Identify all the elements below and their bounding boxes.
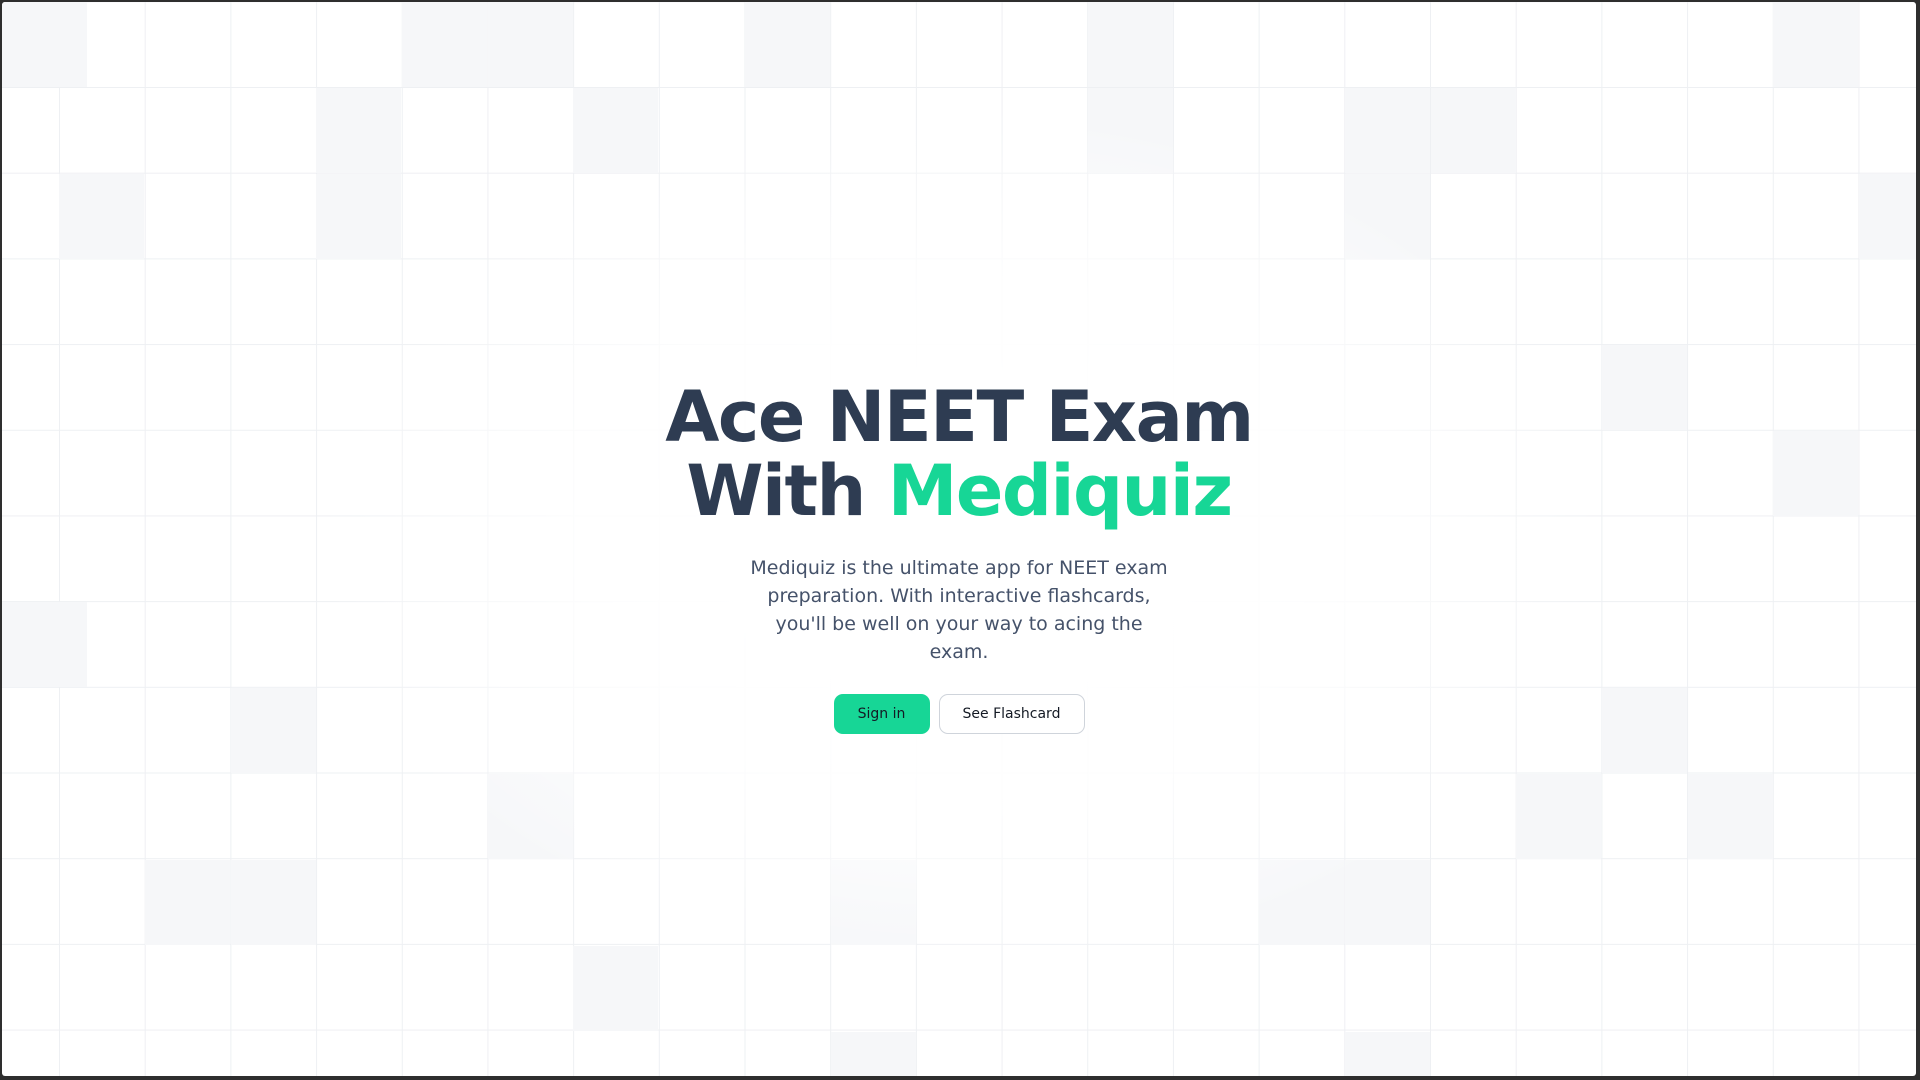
headline-line-2-prefix: With	[686, 450, 888, 532]
app-window: Ace NEET Exam With Mediquiz Mediquiz is …	[2, 2, 1916, 1076]
page-title: Ace NEET Exam With Mediquiz	[2, 380, 1916, 528]
description-line-1: Mediquiz is the ultimate app for NEET ex…	[750, 557, 1168, 579]
headline-line-1: Ace NEET Exam	[665, 376, 1254, 458]
see-flashcard-button[interactable]: See Flashcard	[938, 694, 1085, 734]
sign-in-button[interactable]: Sign in	[833, 694, 930, 734]
hero-section: Ace NEET Exam With Mediquiz Mediquiz is …	[2, 380, 1916, 734]
description-line-2: preparation. With interactive flashcards…	[767, 585, 1151, 607]
hero-description: Mediquiz is the ultimate app for NEET ex…	[749, 554, 1169, 666]
description-line-3: you'll be well on your way to acing the …	[775, 613, 1143, 663]
brand-name: Mediquiz	[887, 450, 1233, 532]
hero-actions: Sign in See Flashcard	[2, 694, 1916, 734]
